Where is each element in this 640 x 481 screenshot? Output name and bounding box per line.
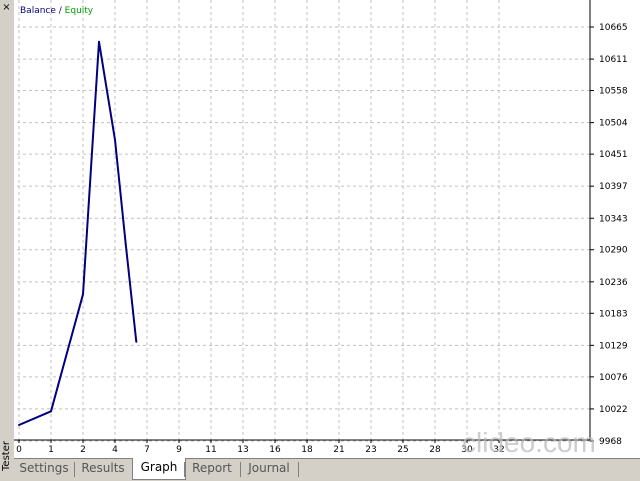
y-tick-label: 10451 xyxy=(599,150,628,160)
x-tick-label: 2 xyxy=(80,445,86,455)
y-tick-label: 10290 xyxy=(599,246,628,256)
x-tick-label: 23 xyxy=(365,445,376,455)
x-tick-label: 11 xyxy=(205,445,216,455)
legend-separator: / xyxy=(55,6,65,16)
x-tick-label: 21 xyxy=(333,445,344,455)
balance-chart: 0 1 2 4 7 9 11 13 16 18 21 23 25 28 30 3299681002210076… xyxy=(14,0,628,458)
x-tick-label: 4 xyxy=(112,445,118,455)
x-tick-label: 7 xyxy=(144,445,150,455)
x-tick-label: 0 xyxy=(16,445,22,455)
chart-legend: Balance / Equity xyxy=(20,6,93,16)
close-icon[interactable]: × xyxy=(1,2,12,13)
y-tick-label: 9968 xyxy=(599,437,622,447)
series-point xyxy=(114,138,116,141)
y-tick-label: 10076 xyxy=(599,373,628,383)
x-tick-label: 9 xyxy=(176,445,182,455)
x-tick-label: 18 xyxy=(301,445,313,455)
tab-settings[interactable]: Settings xyxy=(14,459,74,478)
y-tick-label: 10611 xyxy=(599,55,628,65)
series-point xyxy=(50,410,52,413)
series-point xyxy=(124,242,127,245)
series-point xyxy=(18,423,20,426)
tester-side-strip: × Tester xyxy=(0,0,15,480)
y-tick-label: 10558 xyxy=(599,87,628,97)
series-point xyxy=(98,40,100,43)
tester-tab-bar: Settings Results Graph Report Journal xyxy=(14,458,640,481)
series-point xyxy=(82,293,84,296)
tab-separator xyxy=(298,462,299,477)
y-tick-label: 10129 xyxy=(599,341,628,351)
legend-balance: Balance xyxy=(20,6,56,16)
tab-results[interactable]: Results xyxy=(74,459,132,478)
x-tick-label: 28 xyxy=(429,445,441,455)
x-tick-label: 25 xyxy=(397,445,408,455)
series-point xyxy=(135,340,138,343)
x-tick-label: 16 xyxy=(269,445,281,455)
series-line-balance xyxy=(18,40,138,426)
chart-area: 0 1 2 4 7 9 11 13 16 18 21 23 25 28 30 32 9968 10022 10076… xyxy=(14,0,640,458)
y-tick-label: 10504 xyxy=(599,119,628,129)
watermark: clideo.com xyxy=(462,427,596,458)
tab-graph[interactable]: Graph xyxy=(132,458,186,480)
legend-equity: Equity xyxy=(64,6,94,16)
y-tick-label: 10022 xyxy=(599,405,628,415)
y-tick-label: 10397 xyxy=(599,182,628,192)
y-tick-label: 10665 xyxy=(599,23,628,33)
x-tick-label: 1 xyxy=(48,445,54,455)
panel-title: Tester xyxy=(1,441,12,471)
y-tick-label: 10343 xyxy=(599,214,628,224)
x-tick-label: 13 xyxy=(237,445,248,455)
tab-journal[interactable]: Journal xyxy=(240,459,298,478)
tab-report[interactable]: Report xyxy=(184,459,240,478)
y-tick-label: 10236 xyxy=(599,278,628,288)
y-tick-label: 10183 xyxy=(599,309,628,319)
